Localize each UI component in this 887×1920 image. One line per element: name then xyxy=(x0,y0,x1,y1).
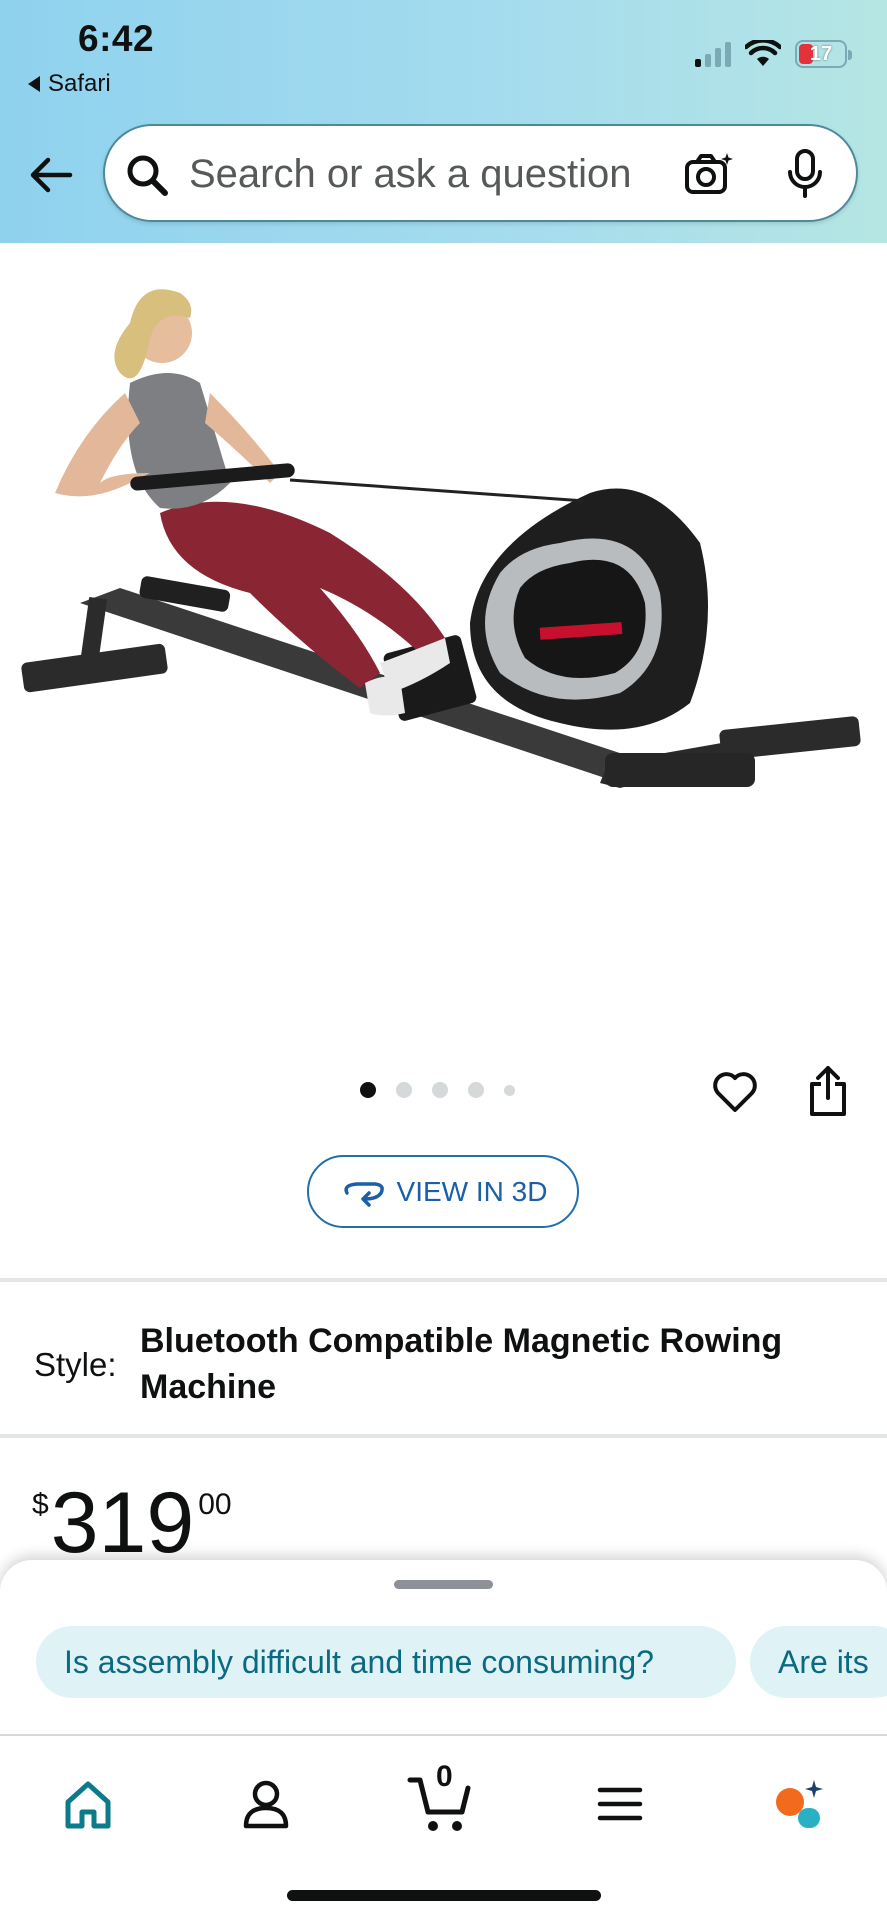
status-icons: 17 xyxy=(695,40,852,68)
microphone-icon[interactable] xyxy=(785,148,825,200)
camera-icon[interactable] xyxy=(683,150,735,198)
sheet-grabber[interactable] xyxy=(394,1580,493,1589)
home-indicator xyxy=(287,1890,601,1901)
price-whole: 319 xyxy=(50,1475,195,1571)
status-time: 6:42 xyxy=(78,18,155,59)
account-icon[interactable] xyxy=(236,1774,296,1834)
carousel-dot[interactable] xyxy=(432,1082,448,1098)
ask-rufus-sheet: Is assembly difficult and time consuming… xyxy=(0,1560,887,1920)
back-app-label: Safari xyxy=(48,70,111,97)
view-in-3d-button[interactable]: VIEW IN 3D xyxy=(307,1155,579,1228)
share-icon[interactable] xyxy=(806,1064,850,1118)
carousel-dot[interactable] xyxy=(468,1082,484,1098)
search-bar[interactable]: Search or ask a question xyxy=(103,124,858,222)
back-to-safari[interactable]: Safari xyxy=(28,70,111,98)
header: 6:42 Safari 17 Search or ask a question xyxy=(0,0,887,243)
battery-icon: 17 xyxy=(795,40,852,68)
question-chip[interactable]: Is assembly difficult and time consuming… xyxy=(36,1626,736,1698)
divider xyxy=(0,1434,887,1438)
style-label: Style: xyxy=(34,1346,117,1383)
price-currency: $ xyxy=(32,1488,49,1521)
style-value: Bluetooth Compatible Magnetic Rowing Mac… xyxy=(140,1322,783,1406)
search-input[interactable]: Search or ask a question xyxy=(189,152,659,197)
home-icon[interactable] xyxy=(58,1774,118,1834)
question-chip[interactable]: Are its xyxy=(750,1626,887,1698)
back-triangle-icon xyxy=(28,76,40,92)
cellular-signal-icon xyxy=(695,41,731,67)
cart-count: 0 xyxy=(436,1760,453,1793)
wifi-icon xyxy=(745,40,781,66)
search-icon xyxy=(127,155,168,196)
cart-tab[interactable]: 0 xyxy=(406,1760,476,1836)
heart-icon[interactable] xyxy=(710,1066,760,1116)
carousel-dot[interactable] xyxy=(396,1082,412,1098)
menu-icon[interactable] xyxy=(590,1774,650,1834)
divider xyxy=(0,1278,887,1282)
price: $ 319 00 xyxy=(32,1480,232,1566)
rotate-3d-icon xyxy=(343,1181,384,1207)
rufus-icon[interactable] xyxy=(768,1774,828,1834)
back-arrow-icon[interactable] xyxy=(26,150,76,200)
product-image[interactable] xyxy=(0,243,887,1043)
view-in-3d-label: VIEW IN 3D xyxy=(396,1175,548,1207)
carousel-dot[interactable] xyxy=(360,1082,376,1098)
carousel-indicator[interactable] xyxy=(360,1082,515,1098)
rowing-machine-illustration xyxy=(21,289,861,788)
price-fraction: 00 xyxy=(198,1488,232,1521)
carousel-dot[interactable] xyxy=(504,1084,515,1096)
battery-level: 17 xyxy=(809,42,833,65)
